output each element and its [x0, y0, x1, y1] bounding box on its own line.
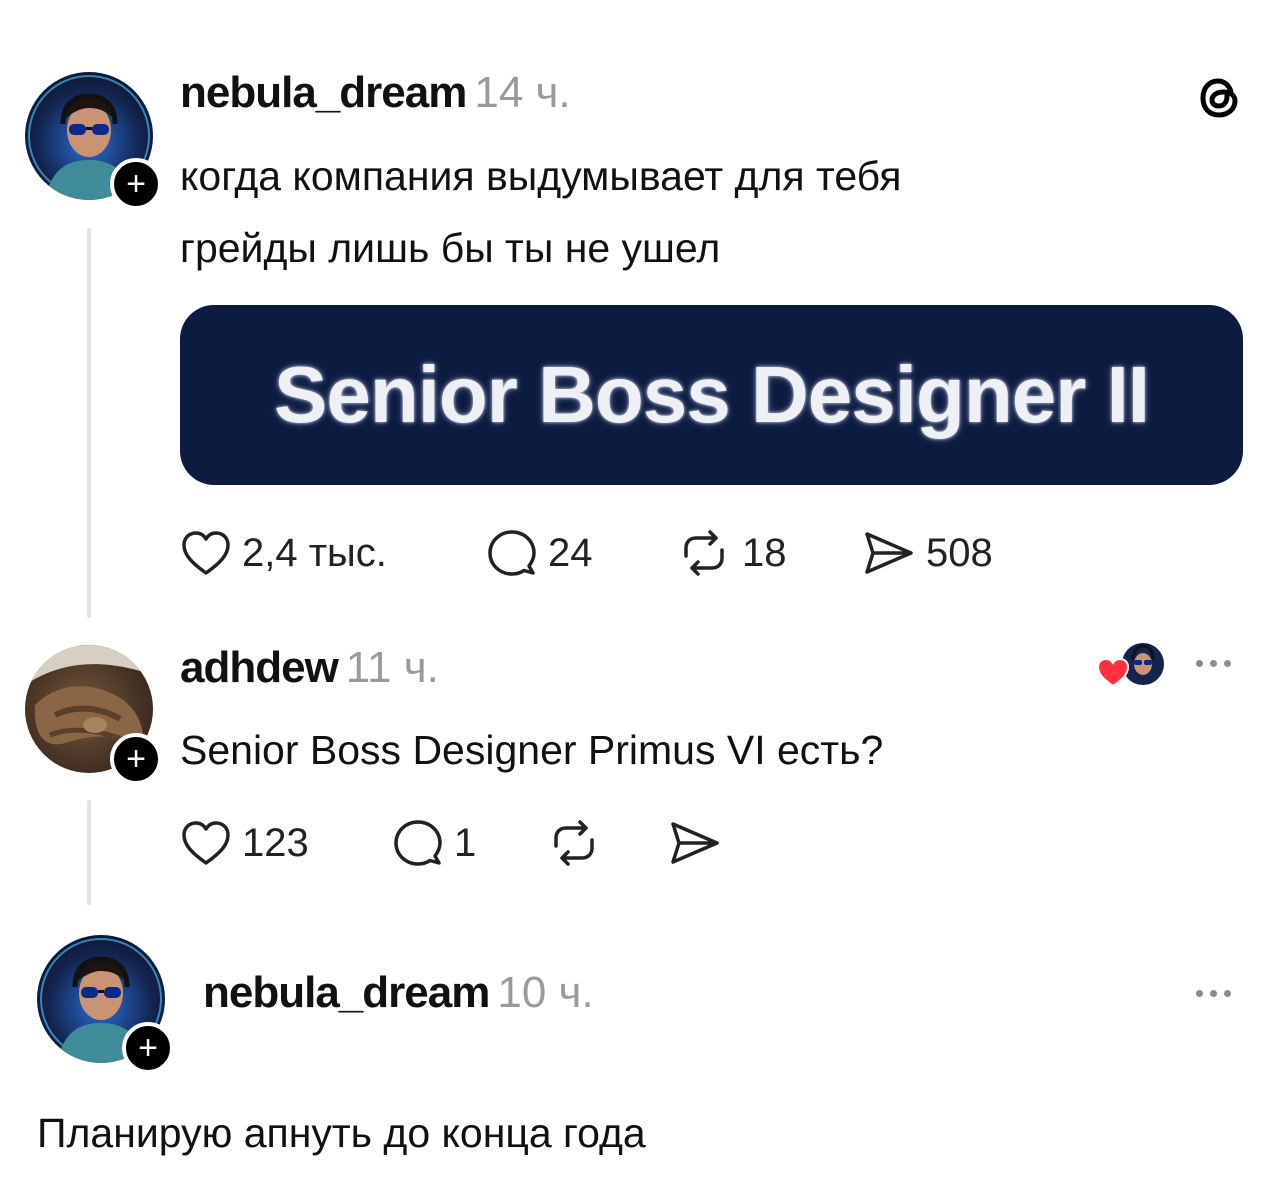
heart-icon: [182, 821, 230, 865]
reply-username[interactable]: adhdew 11 ч.: [180, 643, 439, 693]
thread-line: [87, 800, 91, 905]
like-button[interactable]: 2,4 тыс.: [180, 528, 387, 578]
liked-by-author-icon: [1097, 641, 1166, 688]
follow-plus-icon[interactable]: +: [122, 1022, 174, 1074]
post-image[interactable]: Senior Boss Designer II: [180, 305, 1243, 485]
repost-button[interactable]: [546, 818, 602, 868]
reply2-text: Планирую апнуть до конца года: [37, 1110, 646, 1156]
comment-count: 1: [454, 820, 477, 865]
post-username[interactable]: nebula_dream 14 ч.: [180, 68, 571, 118]
reply2-timestamp: 10 ч.: [497, 968, 594, 1017]
post-timestamp: 14 ч.: [474, 68, 571, 117]
follow-plus-icon[interactable]: +: [110, 733, 162, 785]
post-text-line-2: грейды лишь бы ты не ушел: [180, 225, 721, 271]
more-dots-icon[interactable]: [1196, 660, 1231, 667]
follow-plus-icon[interactable]: +: [110, 158, 162, 210]
heart-icon: [182, 531, 230, 575]
send-icon: [671, 822, 719, 864]
comment-bubble-icon: [394, 820, 442, 866]
repost-button[interactable]: 18: [676, 528, 787, 578]
more-dots-icon[interactable]: [1196, 990, 1231, 997]
username-text[interactable]: adhdew: [180, 643, 339, 692]
username-text[interactable]: nebula_dream: [180, 68, 467, 117]
comment-bubble-icon: [488, 530, 536, 576]
send-icon: [865, 532, 913, 574]
reply-timestamp: 11 ч.: [345, 643, 439, 692]
username-text[interactable]: nebula_dream: [203, 968, 490, 1017]
reply-text: Senior Boss Designer Primus VI есть?: [180, 727, 884, 773]
threads-logo-icon[interactable]: [1195, 73, 1245, 123]
repost-icon: [684, 530, 724, 576]
like-count: 123: [242, 820, 309, 865]
repost-count: 18: [742, 530, 787, 575]
comment-button[interactable]: 1: [392, 818, 476, 868]
like-count: 2,4 тыс.: [242, 530, 387, 575]
post-text-line-1: когда компания выдумывает для тебя: [180, 153, 902, 199]
repost-icon: [554, 820, 594, 866]
reply2-username[interactable]: nebula_dream 10 ч.: [203, 968, 594, 1018]
share-count: 508: [926, 530, 993, 575]
share-button[interactable]: [668, 818, 722, 868]
thread-line: [87, 228, 91, 618]
post-image-text: Senior Boss Designer II: [273, 350, 1150, 439]
like-button[interactable]: 123: [180, 818, 309, 868]
share-button[interactable]: 508: [862, 528, 993, 578]
comment-count: 24: [548, 530, 593, 575]
comment-button[interactable]: 24: [486, 528, 593, 578]
